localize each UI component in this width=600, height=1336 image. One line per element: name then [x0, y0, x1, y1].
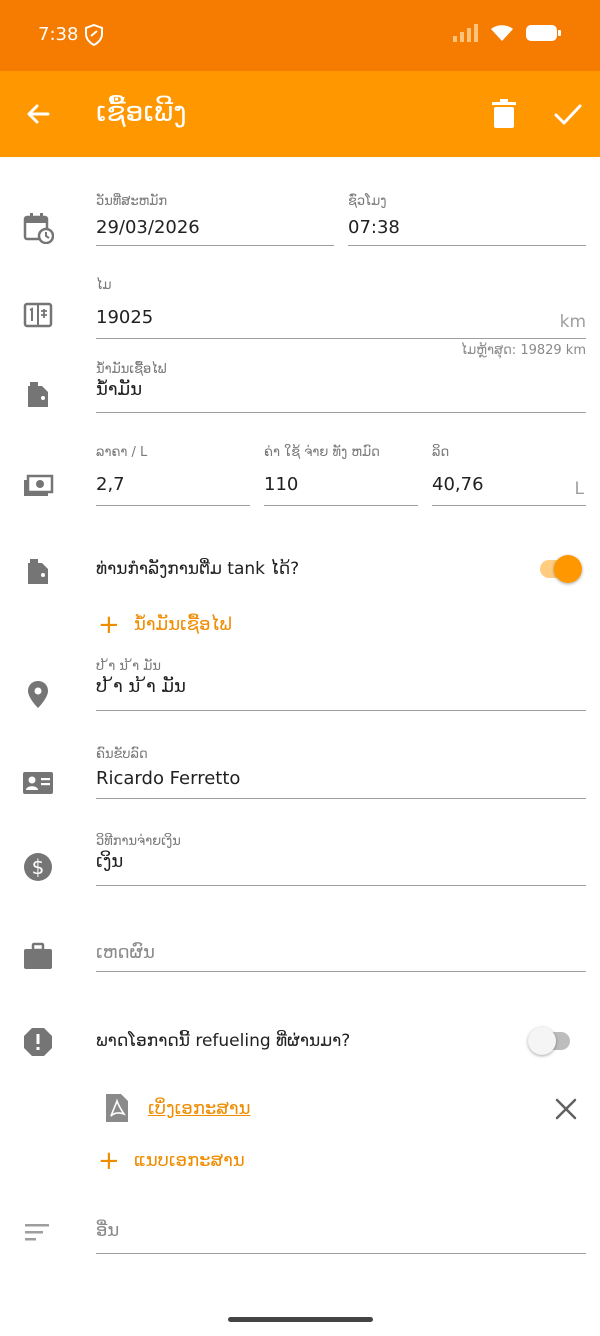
time-label: ຊົ່ວໂມງ [348, 194, 387, 209]
liters-label: ລິດ [432, 445, 450, 460]
calendar-clock-icon [22, 212, 55, 245]
notes-lines-icon [22, 1218, 54, 1250]
total-cost-value: 110 [264, 474, 299, 495]
delete-icon[interactable] [490, 98, 518, 134]
odometer-hint: ໄມຫຼ້າສຸດ: 19829 km [460, 343, 586, 358]
plus-icon[interactable]: + [98, 1146, 120, 1176]
driver-value: Ricardo Ferretto [96, 768, 241, 789]
price-value: 2,7 [96, 474, 125, 495]
reason-field[interactable]: ເຫດຜົນ [96, 940, 586, 972]
svg-text:$: $ [32, 855, 45, 879]
odometer-value: 19025 [96, 307, 154, 328]
full-tank-toggle[interactable] [540, 555, 582, 583]
notes-placeholder: ອື່ນ [96, 1220, 120, 1241]
pdf-file-icon [104, 1092, 130, 1128]
app-bar: ເຊື້ອເພີງ [0, 71, 600, 157]
date-value: 29/03/2026 [96, 217, 200, 238]
total-cost-field[interactable]: ຄ່າ ໃຊ້ ຈ່າຍ ທັງ ຫມົດ 110 [264, 445, 418, 506]
liters-value: 40,76 [432, 474, 484, 495]
page-title: ເຊື້ອເພີງ [96, 95, 187, 128]
gesture-nav-bar [228, 1317, 373, 1322]
fuel-can-icon [22, 378, 54, 410]
price-label: ລາຄາ / L [96, 445, 148, 460]
fuel-can-icon [22, 555, 54, 587]
status-icons [452, 24, 562, 46]
price-field[interactable]: ລາຄາ / L 2,7 [96, 445, 250, 506]
missed-refuel-toggle[interactable] [528, 1027, 572, 1055]
notes-field[interactable]: ອື່ນ [96, 1218, 586, 1254]
liters-field[interactable]: ລິດ 40,76 L [432, 445, 586, 506]
payment-value: ເງິນ [96, 851, 124, 872]
battery-icon [526, 24, 562, 46]
time-field[interactable]: ຊົ່ວໂມງ 07:38 [348, 194, 586, 246]
wifi-icon [490, 24, 514, 46]
payment-field[interactable]: ວິທີການຈ່າຍເງິນ ເງິນ [96, 834, 586, 886]
close-icon[interactable] [554, 1097, 578, 1125]
station-value: ປ ້າ ນ ້າ ມັນ [96, 676, 186, 697]
dollar-icon: $ [22, 851, 54, 883]
status-time: 7:38 [38, 24, 79, 45]
add-fuel-button[interactable]: ນ້ຳມັນເຊື້ອໄຟ [134, 614, 232, 635]
odometer-icon [22, 300, 54, 332]
location-pin-icon [22, 679, 54, 711]
driver-label: ຄົນຂັບລົດ [96, 747, 148, 762]
status-bar: 7:38 [0, 0, 600, 71]
plus-icon[interactable]: + [98, 610, 120, 640]
payment-label: ວິທີການຈ່າຍເງິນ [96, 834, 181, 849]
liters-unit: L [574, 479, 584, 499]
time-value: 07:38 [348, 217, 400, 238]
attach-document-button[interactable]: ແນບເອກະສານ [134, 1150, 245, 1171]
driver-card-icon [22, 767, 54, 799]
station-label: ປ ້າ ນ ້າ ມັນ [96, 659, 161, 674]
back-arrow-icon[interactable] [22, 98, 54, 134]
reason-placeholder: ເຫດຜົນ [96, 942, 155, 963]
shield-icon [84, 23, 104, 50]
total-cost-label: ຄ່າ ໃຊ້ ຈ່າຍ ທັງ ຫມົດ [264, 445, 380, 460]
fuel-type-label: ນ້ຳມັນເຊື້ອໄຟ [96, 362, 167, 377]
odometer-label: ໄມ [96, 278, 112, 293]
station-field[interactable]: ປ ້າ ນ ້າ ມັນ ປ ້າ ນ ້າ ມັນ [96, 659, 586, 711]
fuel-type-field[interactable]: ນ້ຳມັນເຊື້ອໄຟ ນ້ຳມັນ [96, 362, 586, 413]
odometer-unit: km [559, 312, 586, 332]
odometer-field[interactable]: ໄມ 19025 km [96, 278, 586, 339]
date-label: ວັນທີ່ສະຫມັກ [96, 194, 168, 209]
alert-icon [22, 1026, 54, 1058]
signal-icon [452, 24, 478, 46]
date-field[interactable]: ວັນທີ່ສະຫມັກ 29/03/2026 [96, 194, 334, 246]
save-check-icon[interactable] [552, 98, 584, 134]
missed-refuel-label: ພາດໂອກາດນີ້ refueling ທີ່ຜ່ານມາ? [96, 1031, 351, 1051]
driver-field[interactable]: ຄົນຂັບລົດ Ricardo Ferretto [96, 747, 586, 799]
briefcase-icon [22, 940, 54, 972]
full-tank-label: ທ່ານກໍາລັງການຕື່ມ tank ໄດ້? [96, 559, 300, 579]
view-document-link[interactable]: ເບິ່ງເອກະສານ [148, 1098, 251, 1119]
fuel-type-value: ນ້ຳມັນ [96, 379, 143, 400]
money-icon [22, 470, 54, 502]
